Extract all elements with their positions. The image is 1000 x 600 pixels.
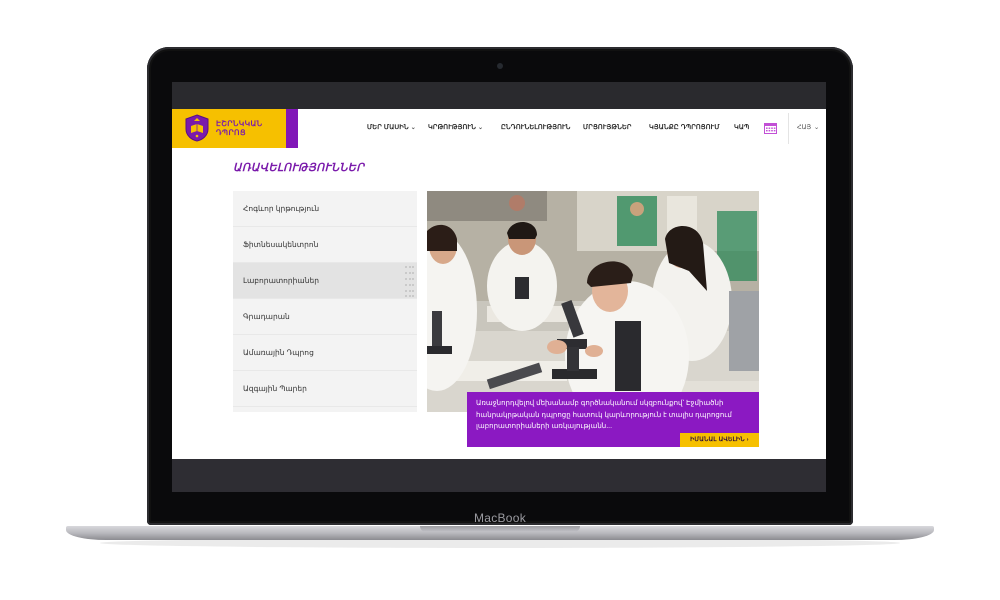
menu-item-national-dances[interactable]: Ազգային Պարեր — [233, 371, 417, 407]
site-header: ԷՇՐՆԿԿԱՆ ԴՊՐՈՑ ՄԵՐ ՄԱՍԻՆ ⌄ ԿՐԹՈՒԹՅՈՒՆ ⌄ ԸՆ… — [172, 109, 826, 148]
chevron-down-icon: ⌄ — [813, 124, 820, 131]
menu-item-fitness-center[interactable]: Ֆիտնեսակենտրոն — [233, 227, 417, 263]
nav-item-education[interactable]: ԿՐԹՈՒԹՅՈՒՆ ⌄ — [428, 124, 483, 131]
laptop-notch — [420, 526, 580, 532]
section-title: ԱՌԱՎԵԼՈՒԹՅՈՒՆՆԵՐ — [233, 162, 365, 174]
school-emblem-icon — [185, 114, 209, 142]
nav-item-school-life[interactable]: ԿՅԱՆՔԸ ԴՊՐՈՑՈՒՄ — [649, 124, 720, 131]
website-screen: ԷՇՐՆԿԿԱՆ ԴՊՐՈՑ ՄԵՐ ՄԱՍԻՆ ⌄ ԿՐԹՈՒԹՅՈՒՆ ⌄ ԸՆ… — [172, 109, 826, 459]
nav-item-competitions[interactable]: ՄՐՑՈՒՅԹՆԵՐ — [583, 124, 632, 131]
menu-item-spiritual-education[interactable]: Հոգևոր կրթություն — [233, 191, 417, 227]
webcam-icon — [497, 63, 503, 69]
logo-text: ԷՇՐՆԿԿԱՆ ԴՊՐՈՑ — [216, 119, 263, 137]
chevron-down-icon: ⌄ — [477, 125, 484, 131]
dot-pattern-icon — [405, 266, 414, 297]
macbook-label: MacBook — [473, 511, 527, 525]
menu-item-laboratories[interactable]: Լաբորատորիաներ — [233, 263, 417, 299]
language-selector[interactable]: ՀԱՅ ⌄ — [797, 124, 819, 131]
logo[interactable]: ԷՇՐՆԿԿԱՆ ԴՊՐՈՑ — [172, 109, 298, 148]
header-divider — [788, 113, 789, 144]
menu-item-library[interactable]: Գրադարան — [233, 299, 417, 335]
screen-top-bar — [172, 82, 826, 109]
screen-bottom-bar — [172, 459, 826, 492]
calendar-icon[interactable] — [764, 122, 777, 134]
feature-caption: Առաջնորդվելով մեխանամբ գործնականում սկզբ… — [467, 392, 759, 447]
nav-item-about[interactable]: ՄԵՐ ՄԱՍԻՆ ⌄ — [367, 124, 416, 131]
caption-text: Առաջնորդվելով մեխանամբ գործնականում սկզբ… — [476, 400, 732, 430]
advantages-menu: Հոգևոր կրթություն Ֆիտնեսակենտրոն Լաբորատ… — [233, 191, 417, 412]
menu-item-summer-school[interactable]: Ամառային Դպրոց — [233, 335, 417, 371]
chevron-down-icon: ⌄ — [410, 125, 417, 131]
read-more-button[interactable]: ԻՄԱՆԱԼ ԱՎԵԼԻՆ › — [680, 433, 759, 447]
nav-item-contact[interactable]: ԿԱՊ — [734, 124, 749, 131]
nav-item-admission[interactable]: ԸՆԴՈՒՆԵԼՈՒԹՅՈՒՆ — [501, 124, 571, 131]
laboratory-photo — [427, 191, 759, 412]
